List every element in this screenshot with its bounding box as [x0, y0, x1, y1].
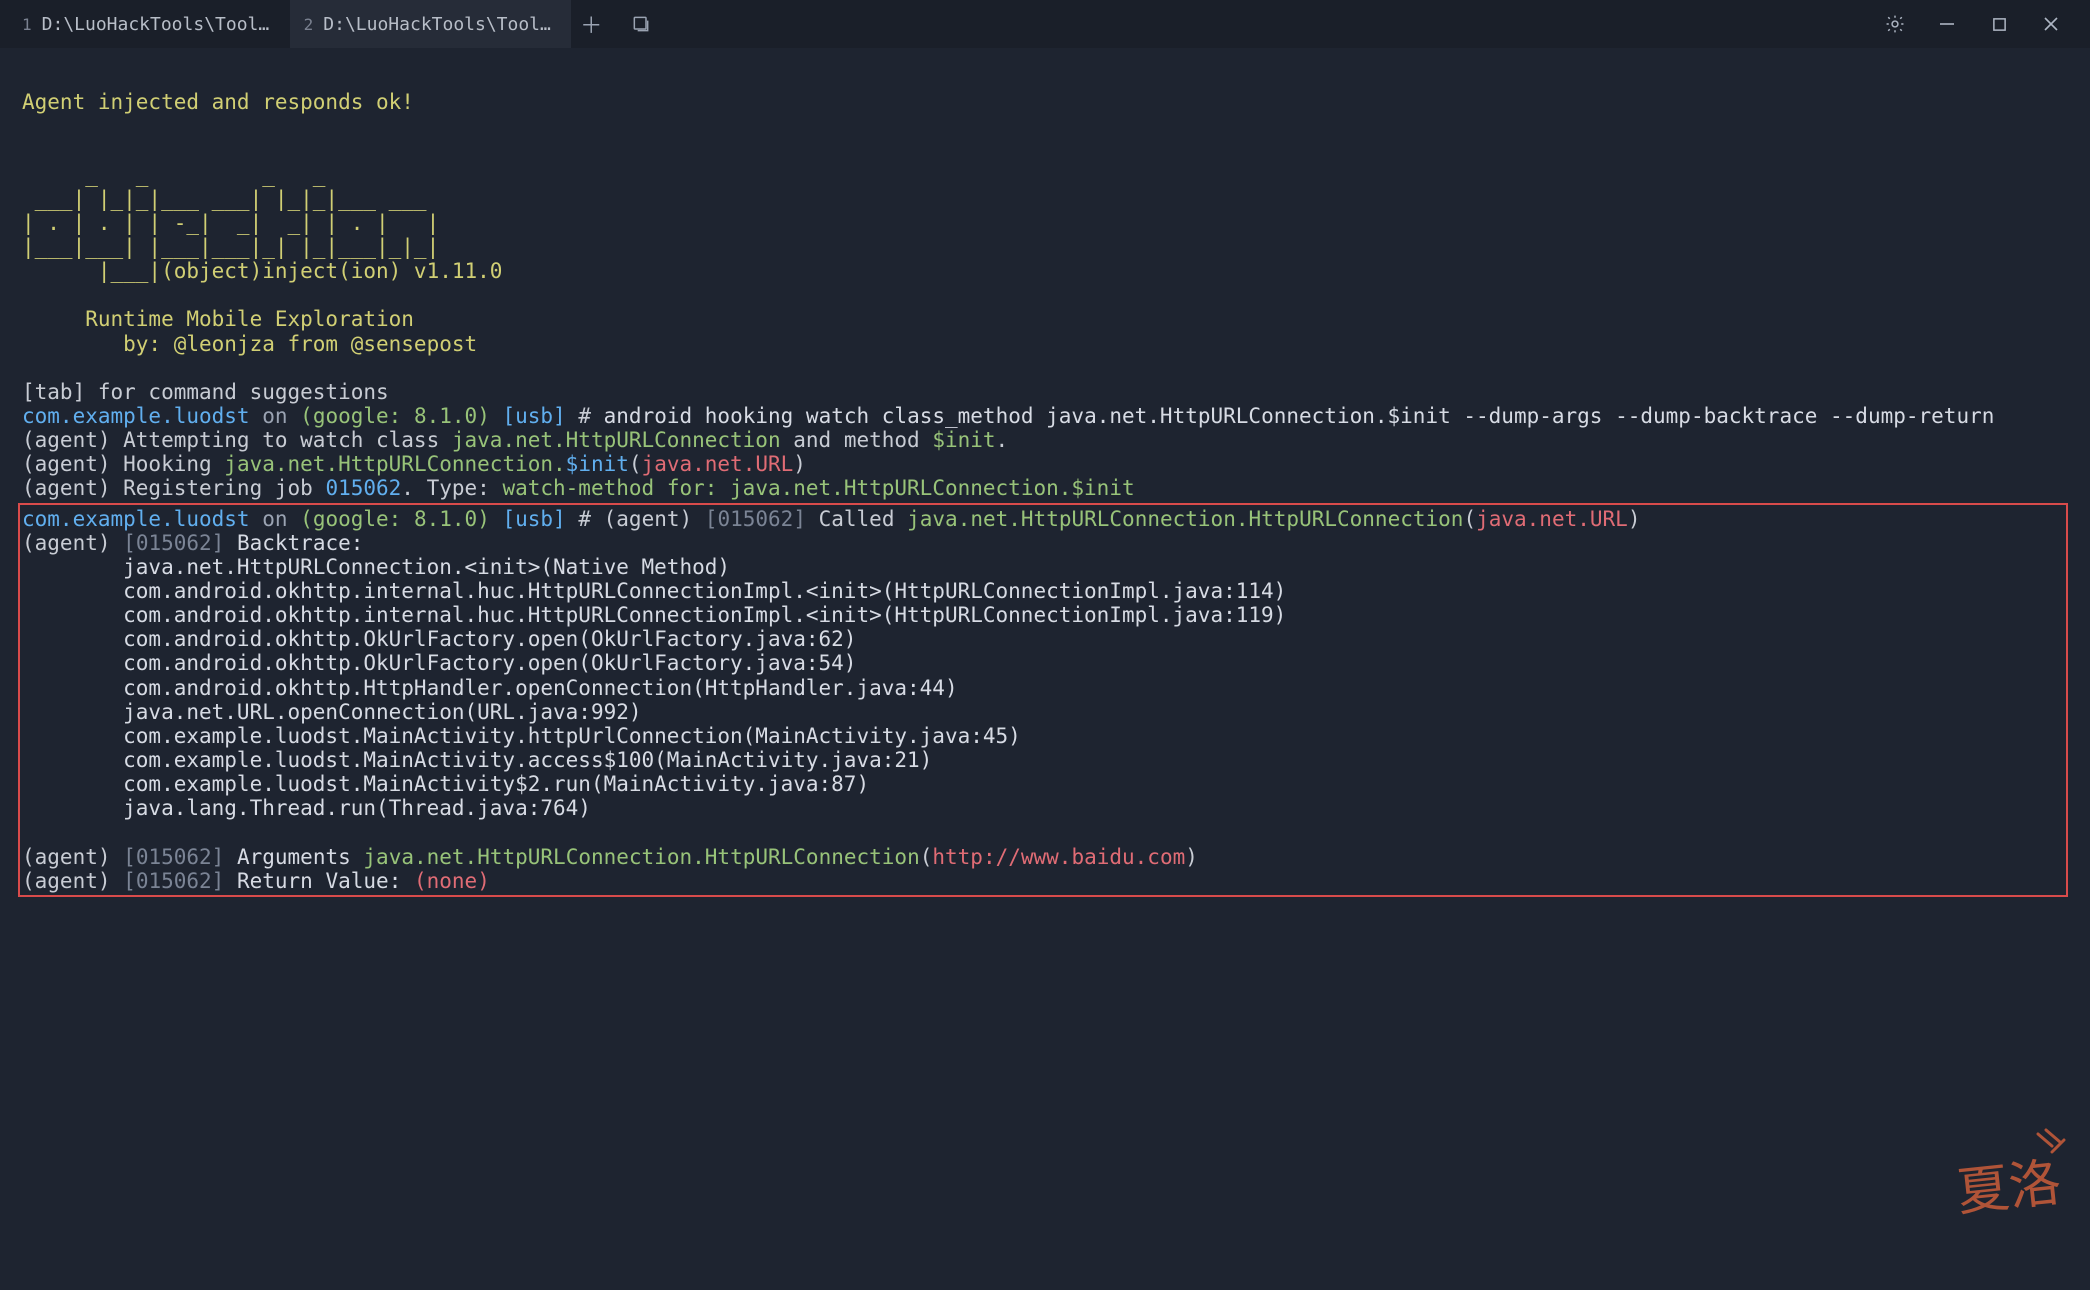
- close-button[interactable]: [2038, 11, 2064, 37]
- maximize-button[interactable]: [1986, 11, 2012, 37]
- tab-index: 1: [22, 15, 32, 34]
- highlighted-output: com.example.luodst on (google: 8.1.0) [u…: [18, 503, 2068, 897]
- prompt-line-1: com.example.luodst on (google: 8.1.0) [u…: [22, 404, 1994, 428]
- agent-injected-line: Agent injected and responds ok!: [22, 90, 414, 114]
- minimize-icon: [1939, 16, 1955, 32]
- tabs-dropdown-button[interactable]: [627, 10, 655, 38]
- tab-2[interactable]: 2 D:\LuoHackTools\Tool...: [290, 0, 572, 48]
- attempt-line: (agent) Attempting to watch class java.n…: [22, 428, 1008, 452]
- tab-label: D:\LuoHackTools\Tool...: [323, 14, 553, 35]
- gear-icon: [1884, 13, 1906, 35]
- settings-button[interactable]: [1882, 11, 1908, 37]
- tab-index: 2: [304, 15, 314, 34]
- arguments-line: (agent) [015062] Arguments java.net.Http…: [22, 845, 1198, 869]
- register-line: (agent) Registering job 015062. Type: wa…: [22, 476, 1135, 500]
- call-line: com.example.luodst on (google: 8.1.0) [u…: [22, 507, 1640, 531]
- ascii-banner: _ _ _ _ ___| |_|_|___ ___| |_|_|___ ___ …: [22, 163, 502, 356]
- maximize-icon: [1992, 17, 2007, 32]
- return-line: (agent) [015062] Return Value: (none): [22, 869, 490, 893]
- new-tab-button[interactable]: ＋: [577, 10, 605, 38]
- watermark: 夏洛: [1942, 1128, 2072, 1242]
- backtrace-header: (agent) [015062] Backtrace:: [22, 531, 363, 555]
- terminal-output[interactable]: Agent injected and responds ok! _ _ _ _ …: [0, 48, 2090, 939]
- tab-strip: 1 D:\LuoHackTools\Tool... 2 D:\LuoHackTo…: [8, 0, 1882, 48]
- tab-label: D:\LuoHackTools\Tool...: [42, 14, 272, 35]
- titlebar: 1 D:\LuoHackTools\Tool... 2 D:\LuoHackTo…: [0, 0, 2090, 48]
- tab-1[interactable]: 1 D:\LuoHackTools\Tool...: [8, 0, 290, 48]
- tab-hint: [tab] for command suggestions: [22, 380, 389, 404]
- tabs-icon: [631, 14, 651, 34]
- close-icon: [2043, 16, 2059, 32]
- window-controls: [1882, 11, 2082, 37]
- minimize-button[interactable]: [1934, 11, 1960, 37]
- svg-text:夏洛: 夏洛: [1954, 1155, 2063, 1223]
- command-text: android hooking watch class_method java.…: [604, 404, 1995, 428]
- backtrace-lines: java.net.HttpURLConnection.<init>(Native…: [22, 555, 1286, 820]
- hook-line: (agent) Hooking java.net.HttpURLConnecti…: [22, 452, 806, 476]
